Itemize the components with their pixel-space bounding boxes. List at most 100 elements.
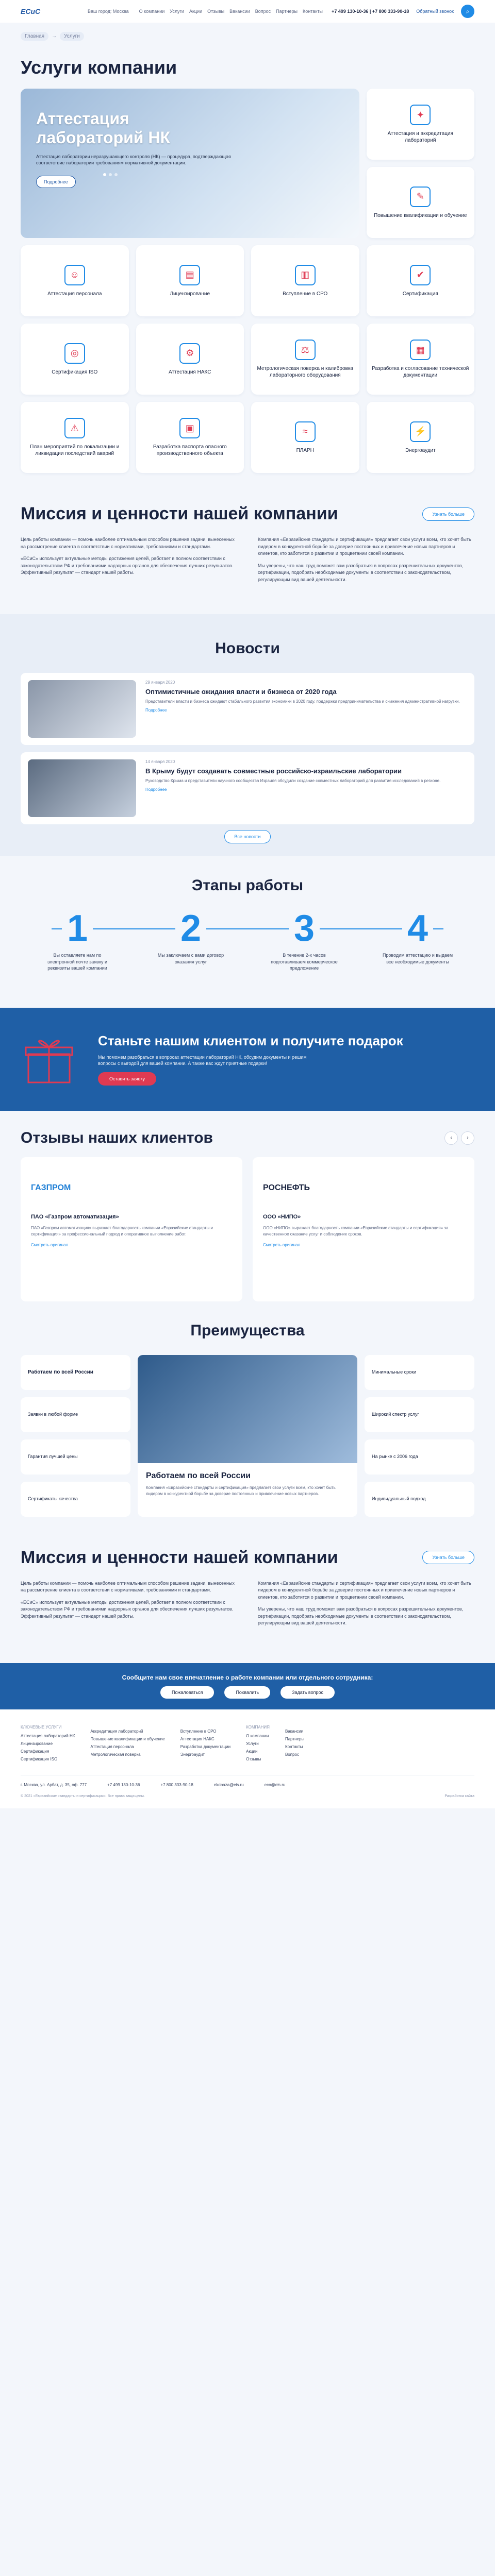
footer-link[interactable]: О компании [246,1734,270,1738]
footer-contacts: г. Москва, ул. Арбат, д. 35, оф. 777 +7 … [21,1774,474,1787]
footer-link[interactable]: Услуги [246,1741,270,1746]
footer-link[interactable]: Лицензирование [21,1741,75,1746]
footer-phone[interactable]: +7 800 333-90-18 [160,1783,193,1787]
service-card[interactable]: ≈ ПЛАРН [251,402,359,473]
hero-more-button[interactable]: Подробнее [36,175,76,188]
view-original-link[interactable]: Смотреть оригинал [263,1243,464,1247]
nav-item[interactable]: Услуги [170,9,184,14]
feedback-title: Сообщите нам свое впечатление о работе к… [122,1673,373,1681]
service-card[interactable]: ✦ Аттестация и аккредитация лабораторий [366,89,474,160]
footer-link[interactable]: Сертификация ISO [21,1757,75,1761]
advantage-label: Заявки в любой форме [28,1412,78,1417]
slider-dot[interactable] [103,173,106,176]
footer-link[interactable]: Вопрос [285,1752,304,1757]
breadcrumb-item[interactable]: Главная [21,31,49,41]
all-news-button[interactable]: Все новости [224,830,271,844]
news-item[interactable]: 14 января 2020 В Крыму будут создавать с… [21,752,474,825]
footer-link[interactable]: Разработка документации [180,1744,230,1749]
footer-link[interactable]: Сертификация [21,1749,75,1754]
service-label: Метрологическая поверка и калибровка лаб… [257,366,353,378]
complain-button[interactable]: Пожаловаться [160,1686,214,1699]
nav-item[interactable]: Вопрос [255,9,271,14]
footer-link[interactable]: Аттестация персонала [90,1744,164,1749]
hero-title: Аттестация лабораторий НК [36,109,170,147]
services-grid: Аттестация лабораторий НК Аттестация лаб… [21,89,474,473]
service-card[interactable]: ⚖ Метрологическая поверка и калибровка ла… [251,324,359,395]
advantage-card: Минимальные сроки [365,1354,474,1390]
slider-dot[interactable] [109,173,112,176]
footer-link[interactable]: Вакансии [285,1729,304,1734]
praise-button[interactable]: Похвалить [224,1686,271,1699]
personnel-icon: ☺ [64,264,85,285]
news-headline[interactable]: Оптимистичные ожидания власти и бизнеса … [145,688,467,696]
prev-arrow-icon[interactable]: ‹ [444,1131,458,1145]
service-card[interactable]: ▥ Вступление в СРО [251,245,359,316]
step-number: 4 [402,910,434,947]
nav-item[interactable]: Акции [189,9,202,14]
service-card[interactable]: ▤ Лицензирование [136,245,244,316]
advantage-card: Широкий спектр услуг [365,1397,474,1432]
footer-email[interactable]: eco@eis.ru [265,1783,286,1787]
review-card: РОСНЕФТЬ ООО «НИПО» ООО «НИПО» выражает … [253,1157,474,1301]
nav-item[interactable]: О компании [139,9,165,14]
nav-item[interactable]: Контакты [303,9,323,14]
main-nav: О компании Услуги Акции Отзывы Вакансии … [139,9,323,14]
service-card[interactable]: ⚙ Аттестация НАКС [136,324,244,395]
news-more-link[interactable]: Подробнее [145,708,467,713]
review-company: ООО «НИПО» [263,1213,301,1220]
learn-more-button[interactable]: Узнать больше [422,1551,474,1565]
footer-col: Ключевые услуги Аттестация лабораторий Н… [21,1725,75,1765]
service-label: План мероприятий по локализации и ликвид… [30,444,120,456]
view-original-link[interactable]: Смотреть оригинал [31,1243,232,1247]
mission-paragraph: «ЕСиС» использует актуальные методы дост… [21,1599,234,1619]
service-card[interactable]: ☺ Аттестация персонала [21,245,129,316]
learn-more-button[interactable]: Узнать больше [422,507,474,521]
mission-paragraph: Компания «Евразийские стандарты и сертиф… [258,537,471,556]
next-arrow-icon[interactable]: › [461,1131,474,1145]
hero-slider[interactable]: Аттестация лабораторий НК Аттестация лаб… [21,89,359,238]
service-card[interactable]: ◎ Сертификация ISO [21,324,129,395]
service-card[interactable]: ✔ Сертификация [366,245,474,316]
footer-link[interactable]: Энергоаудит [180,1752,230,1757]
search-button[interactable]: ⌕ [461,5,474,18]
news-item[interactable]: 29 января 2020 Оптимистичные ожидания вл… [21,673,474,745]
service-card[interactable]: ⚠ План мероприятий по локализации и ликви… [21,402,129,473]
nav-item[interactable]: Вакансии [229,9,250,14]
metrology-icon: ⚖ [294,340,316,360]
footer-email[interactable]: ekobaza@eis.ru [214,1783,244,1787]
footer-link[interactable]: Контакты [285,1744,304,1749]
footer-link[interactable]: Акции [246,1749,270,1754]
iso-icon: ◎ [64,343,85,364]
footer-link[interactable]: Повышение квалификации и обучение [90,1737,164,1741]
footer-link[interactable]: Аттестация НАКС [180,1737,230,1741]
slider-dot[interactable] [114,173,118,176]
service-card[interactable]: ▦ Разработка и согласование технической д… [366,324,474,395]
service-card[interactable]: ✎ Повышение квалификации и обучение [366,167,474,238]
mission-text: Цель работы компании — помочь наиболее о… [21,536,474,588]
footer-col: Компания О компании Услуги Акции Отзывы [246,1725,270,1765]
nav-item[interactable]: Партнеры [276,9,298,14]
leave-request-button[interactable]: Оставить заявку [98,1072,156,1086]
developer-link[interactable]: Разработка сайта [444,1794,474,1798]
callback-link[interactable]: Обратный звонок [416,9,454,14]
service-label: Лицензирование [170,291,210,297]
news-headline[interactable]: В Крыму будут создавать совместные росси… [145,767,467,775]
footer-link[interactable]: Вступление в СРО [180,1729,230,1734]
logo[interactable]: ЕСиС [21,3,77,20]
gazprom-logo: ГАЗПРОМ [31,1167,232,1209]
footer-link[interactable]: Аттестация лабораторий НК [21,1734,75,1738]
service-card[interactable]: ⚡ Энергоаудит [366,402,474,473]
footer-link[interactable]: Аккредитация лабораторий [90,1729,164,1734]
news-more-link[interactable]: Подробнее [145,787,467,792]
header-phones[interactable]: +7 499 130-10-36 | +7 800 333-90-18 [332,9,409,14]
step-text: Проводим аттестацию и выдаем все необход… [382,953,453,964]
service-card[interactable]: ▣ Разработка паспорта опасного производст… [136,402,244,473]
nav-item[interactable]: Отзывы [207,9,224,14]
footer-link[interactable]: Метрологическая поверка [90,1752,164,1757]
footer-phone[interactable]: +7 499 130-10-36 [107,1783,140,1787]
footer-link[interactable]: Отзывы [246,1757,270,1761]
city-selector[interactable]: Ваш город: Москва [88,9,129,14]
footer-link[interactable]: Партнеры [285,1737,304,1741]
service-label: ПЛАРН [296,447,314,453]
ask-question-button[interactable]: Задать вопрос [280,1686,335,1699]
